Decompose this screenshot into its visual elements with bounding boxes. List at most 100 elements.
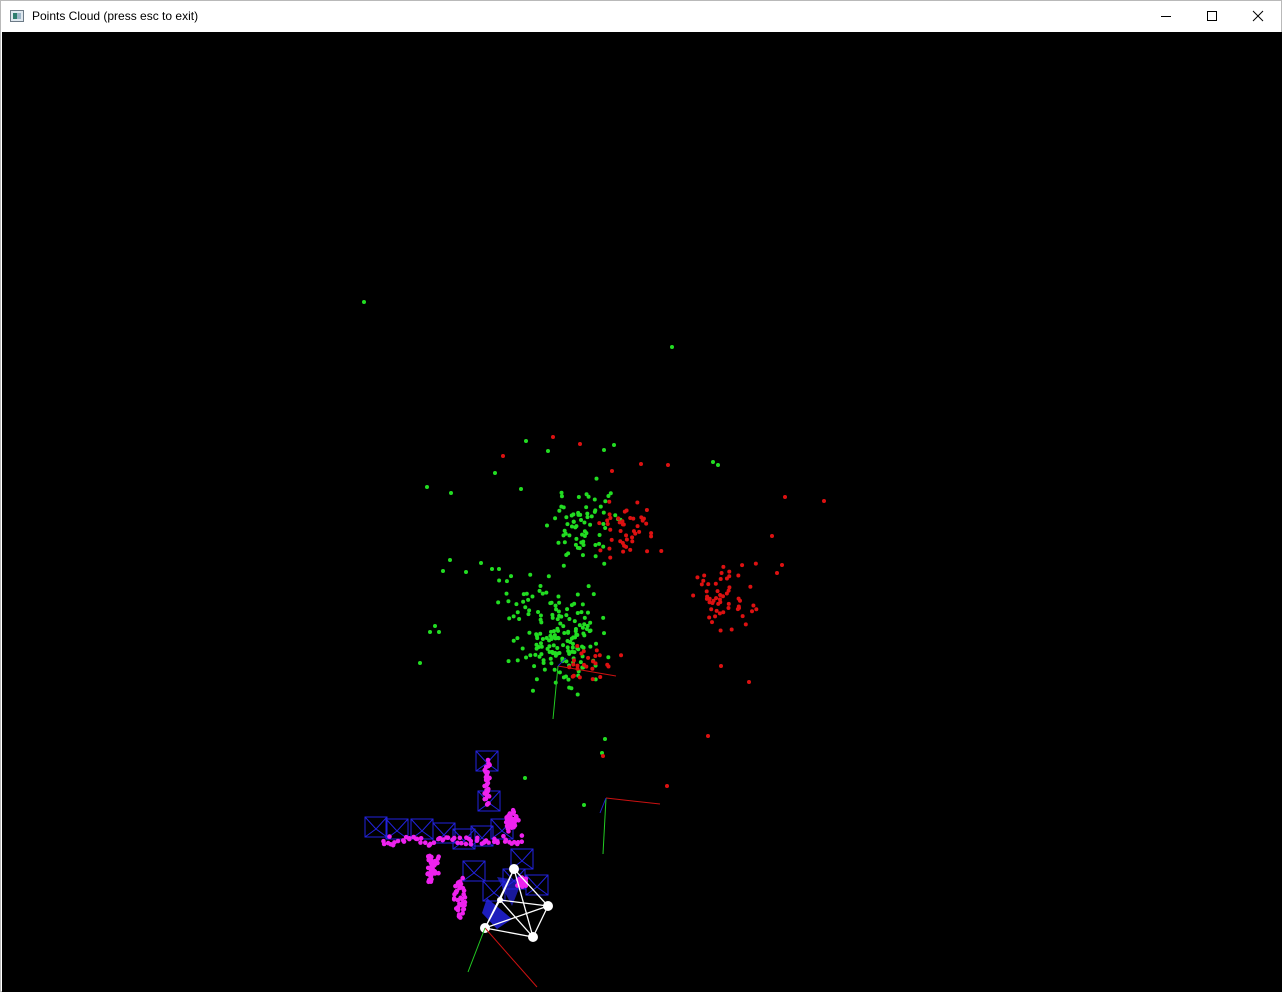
red-point — [639, 462, 643, 466]
red-point — [608, 555, 613, 560]
red-point — [607, 512, 612, 517]
green-point — [534, 677, 539, 682]
title-bar[interactable]: Points Cloud (press esc to exit) — [1, 1, 1281, 31]
green-point — [464, 570, 468, 574]
red-point — [624, 544, 629, 549]
green-point — [507, 616, 512, 621]
green-point — [546, 574, 551, 579]
red-points — [501, 435, 826, 788]
green-point — [581, 539, 586, 544]
red-point — [582, 662, 587, 667]
green-point — [571, 519, 576, 524]
red-point — [571, 662, 576, 667]
red-point — [740, 563, 745, 568]
green-point — [532, 664, 537, 669]
red-point — [607, 499, 612, 504]
red-point — [577, 675, 582, 680]
trajectory-point — [451, 835, 457, 841]
green-point — [558, 621, 563, 626]
trajectory-point — [436, 854, 441, 859]
red-point — [631, 516, 636, 521]
point-cloud-canvas[interactable] — [2, 32, 1282, 992]
green-point — [550, 615, 555, 620]
red-point — [726, 601, 731, 606]
close-button[interactable] — [1235, 1, 1281, 31]
green-point — [582, 529, 587, 534]
green-point — [585, 511, 590, 516]
green-point — [539, 620, 544, 625]
green-point — [582, 633, 587, 638]
red-point — [635, 524, 640, 529]
green-point — [594, 641, 599, 646]
red-point — [605, 521, 610, 526]
green-point — [557, 508, 562, 513]
green-point — [559, 490, 564, 495]
green-point — [517, 617, 522, 622]
green-point — [547, 650, 552, 655]
green-point — [515, 658, 520, 663]
green-point — [588, 628, 593, 633]
green-point — [567, 617, 572, 622]
green-point — [580, 644, 585, 649]
red-point — [775, 571, 779, 575]
green-point — [437, 630, 441, 634]
green-point — [564, 515, 569, 520]
red-point — [747, 680, 751, 684]
green-point — [565, 645, 570, 650]
red-point — [736, 596, 741, 601]
green-point — [506, 599, 511, 604]
green-point — [555, 646, 560, 651]
green-point — [497, 567, 501, 571]
green-point — [511, 638, 516, 643]
green-point — [548, 601, 553, 606]
red-point — [597, 521, 602, 526]
red-point — [710, 620, 715, 625]
trajectory-point — [519, 833, 525, 838]
y-axis-line — [467, 927, 486, 973]
red-point — [727, 585, 732, 590]
red-point — [721, 610, 726, 615]
green-point — [553, 603, 558, 608]
red-point — [717, 611, 722, 616]
green-point — [536, 609, 541, 614]
red-point — [637, 529, 642, 534]
red-point — [783, 495, 787, 499]
point-cloud-viewport[interactable] — [2, 32, 1282, 992]
camera-frame-edge — [385, 818, 409, 832]
red-point — [608, 527, 613, 532]
green-point — [441, 569, 445, 573]
green-point — [549, 661, 554, 666]
trajectory-point — [516, 817, 521, 823]
green-point — [504, 579, 509, 584]
green-point — [534, 646, 539, 651]
red-point — [630, 535, 635, 540]
red-point — [666, 463, 670, 467]
green-point — [577, 623, 582, 628]
minimize-icon — [1161, 16, 1171, 17]
trajectory-point — [513, 814, 519, 819]
green-point — [591, 592, 596, 597]
red-point — [624, 508, 629, 513]
camera-frame-edge — [521, 860, 534, 870]
camera-vertex — [509, 864, 519, 874]
green-point — [557, 600, 562, 605]
red-point — [590, 659, 595, 664]
green-point — [575, 592, 580, 597]
red-point — [608, 515, 613, 520]
green-point — [490, 567, 494, 571]
green-point — [448, 558, 452, 562]
red-point — [624, 537, 629, 542]
red-point — [780, 563, 784, 567]
green-point — [556, 628, 561, 633]
maximize-button[interactable] — [1189, 1, 1235, 31]
green-point — [561, 624, 566, 629]
green-point — [515, 636, 520, 641]
red-point — [598, 548, 603, 553]
red-point — [590, 666, 595, 671]
trajectory-point — [426, 857, 431, 863]
green-point — [603, 526, 608, 531]
green-point — [504, 591, 509, 596]
green-point — [506, 659, 511, 664]
minimize-button[interactable] — [1143, 1, 1189, 31]
camera-center — [497, 897, 503, 903]
